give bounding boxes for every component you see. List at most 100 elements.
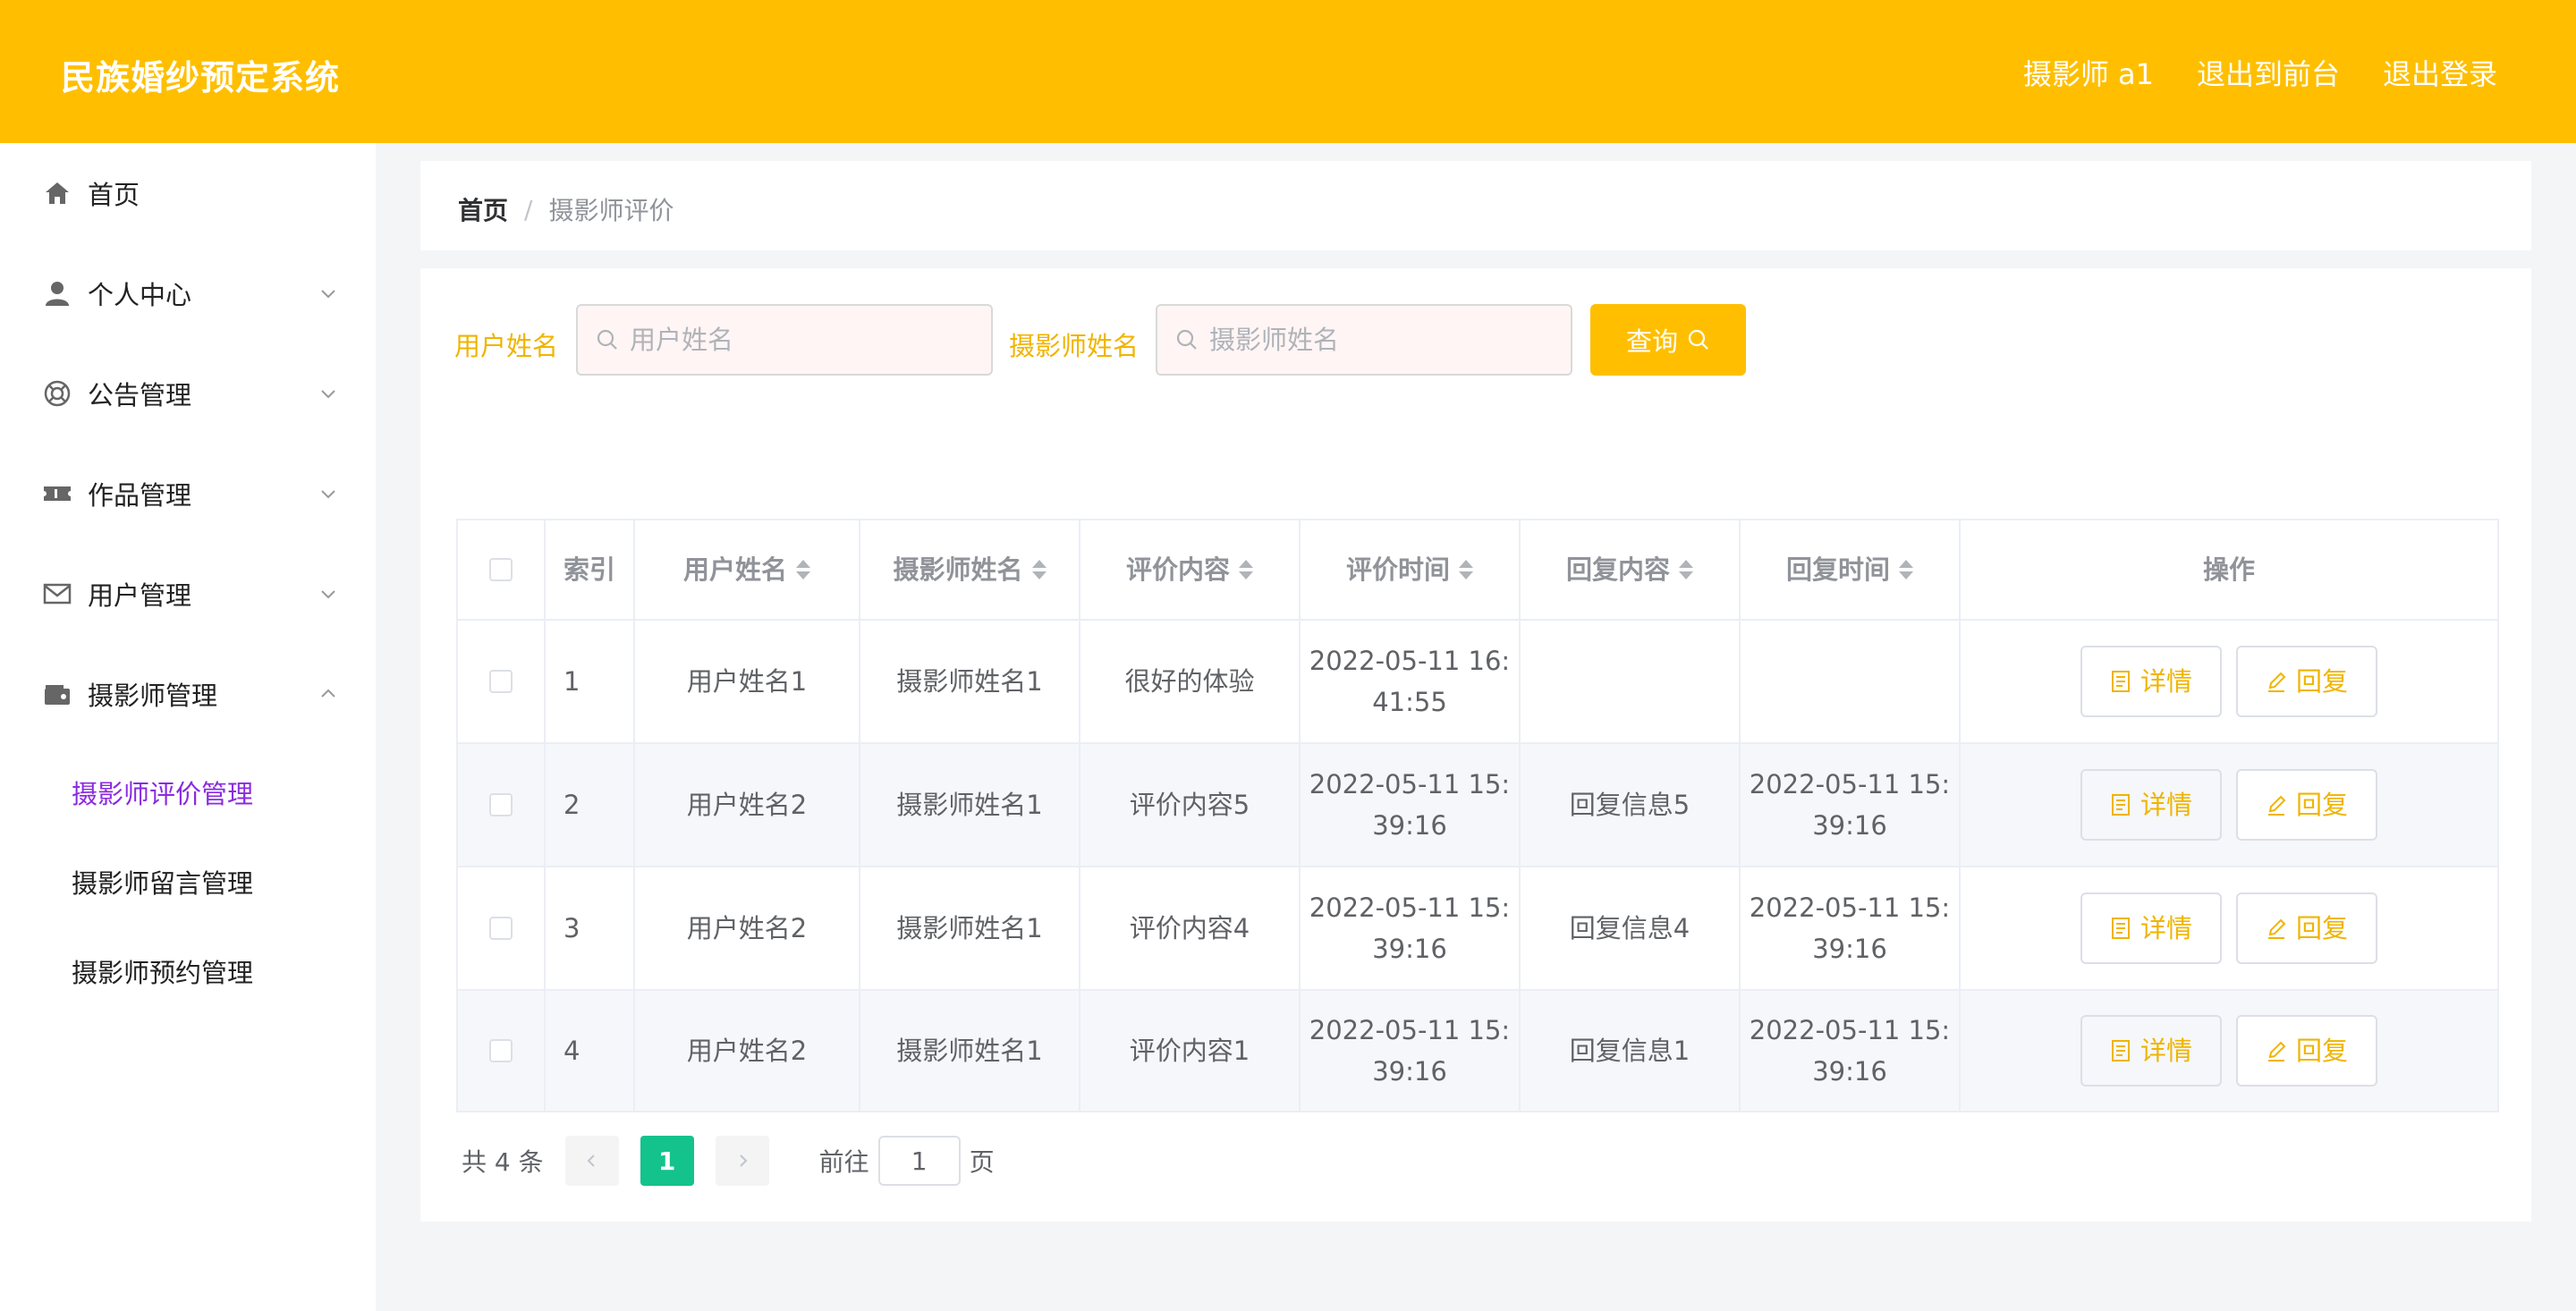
table-header-select — [458, 520, 546, 619]
detail-button[interactable]: 详情 — [2080, 1015, 2222, 1087]
reply-button[interactable]: 回复 — [2236, 646, 2377, 717]
document-icon — [2111, 794, 2130, 816]
prev-page-button[interactable] — [564, 1136, 619, 1186]
pagination: 共 4 条 1 前往 页 — [462, 1134, 995, 1188]
row-user-name: 用户姓名2 — [635, 991, 860, 1111]
reply-button[interactable]: 回复 — [2236, 769, 2377, 841]
row-select — [458, 621, 546, 742]
query-button[interactable]: 查询 — [1590, 304, 1746, 376]
sidebar-subitem-photographer-review[interactable]: 摄影师评价管理 — [72, 774, 253, 811]
table-header-cell[interactable]: 评价时间 — [1301, 520, 1521, 619]
home-icon — [41, 177, 73, 209]
reply-button[interactable]: 回复 — [2236, 1015, 2377, 1087]
detail-button-label: 详情 — [2140, 666, 2192, 697]
select-all-checkbox[interactable] — [489, 558, 513, 581]
row-review-content: 评价内容1 — [1080, 991, 1301, 1111]
row-reply-time — [1741, 621, 1961, 742]
table-header-label: 回复内容 — [1565, 554, 1670, 585]
sidebar-item-works[interactable]: 作品管理 — [0, 444, 376, 544]
sidebar-item-personal-center[interactable]: 个人中心 — [0, 243, 376, 343]
sidebar-item-photographer[interactable]: 摄影师管理 — [0, 644, 376, 744]
goto-label: 前往 — [818, 1147, 869, 1177]
row-review-time-line2: 39:16 — [1372, 934, 1447, 964]
chevron-down-icon — [321, 390, 335, 399]
row-reply-time-line2: 39:16 — [1812, 1056, 1887, 1087]
back-to-front-link[interactable]: 退出到前台 — [2197, 52, 2340, 93]
row-user-name: 用户姓名2 — [635, 744, 860, 866]
edit-icon — [2267, 795, 2286, 816]
sort-icon[interactable] — [1239, 560, 1253, 579]
next-page-button[interactable] — [715, 1136, 769, 1186]
sidebar-item-notice[interactable]: 公告管理 — [0, 343, 376, 444]
row-review-time-line1: 2022-05-11 15: — [1309, 1015, 1511, 1045]
user-name-link[interactable]: 摄影师 a1 — [2023, 52, 2154, 93]
edit-icon — [2267, 1041, 2286, 1061]
table-header-cell: 索引 — [546, 520, 635, 619]
ticket-icon — [41, 478, 73, 510]
row-checkbox[interactable] — [489, 670, 513, 693]
row-checkbox[interactable] — [489, 793, 513, 816]
sort-icon[interactable] — [796, 560, 810, 579]
chevron-down-icon — [321, 290, 335, 299]
row-review-time-line1: 2022-05-11 15: — [1309, 892, 1511, 923]
row-reply-time-line2: 39:16 — [1812, 810, 1887, 841]
detail-button[interactable]: 详情 — [2080, 646, 2222, 717]
table-header-label: 评价时间 — [1345, 554, 1450, 585]
row-reply-time: 2022-05-11 15: 39:16 — [1741, 867, 1961, 989]
row-checkbox[interactable] — [489, 1039, 513, 1062]
row-reply-time-line2: 39:16 — [1812, 934, 1887, 964]
sidebar-item-label: 个人中心 — [88, 280, 192, 310]
breadcrumb-home[interactable]: 首页 — [458, 191, 508, 227]
chevron-down-icon — [321, 490, 335, 499]
sort-icon[interactable] — [1899, 560, 1913, 579]
row-index: 3 — [546, 867, 635, 989]
row-reply-time-line1: 2022-05-11 15: — [1749, 892, 1951, 923]
detail-button-label: 详情 — [2140, 1036, 2192, 1066]
pagination-total: 共 4 条 — [462, 1147, 544, 1177]
row-reply-content: 回复信息1 — [1521, 991, 1741, 1111]
sidebar-item-label: 公告管理 — [88, 380, 192, 410]
edit-icon — [2267, 672, 2286, 692]
logout-link[interactable]: 退出登录 — [2383, 52, 2497, 93]
table-header-cell[interactable]: 回复内容 — [1521, 520, 1741, 619]
row-photographer-name: 摄影师姓名1 — [860, 991, 1080, 1111]
sort-icon[interactable] — [1459, 560, 1473, 579]
goto-page-input[interactable] — [877, 1136, 961, 1186]
sort-icon[interactable] — [1031, 560, 1046, 579]
row-index: 4 — [546, 991, 635, 1111]
row-photographer-name: 摄影师姓名1 — [860, 744, 1080, 866]
table-header-cell[interactable]: 摄影师姓名 — [860, 520, 1080, 619]
breadcrumb-current: 摄影师评价 — [548, 196, 674, 225]
top-header: 民族婚纱预定系统 摄影师 a1 退出到前台 退出登录 — [0, 0, 2576, 143]
lifebuoy-icon — [41, 377, 73, 410]
chevron-left-icon — [587, 1155, 595, 1167]
row-reply-content: 回复信息5 — [1521, 744, 1741, 866]
document-icon — [2111, 918, 2130, 939]
sort-icon[interactable] — [1679, 560, 1693, 579]
row-reply-time-line1: 2022-05-11 15: — [1749, 769, 1951, 799]
row-reply-time: 2022-05-11 15: 39:16 — [1741, 744, 1961, 866]
row-review-time-line1: 2022-05-11 16: — [1309, 646, 1511, 676]
photographer-name-search — [1156, 304, 1572, 376]
reply-button-label: 回复 — [2295, 790, 2348, 820]
table-header-cell[interactable]: 用户姓名 — [635, 520, 860, 619]
reply-button[interactable]: 回复 — [2236, 892, 2377, 964]
table-header-label: 回复时间 — [1785, 554, 1890, 585]
row-checkbox[interactable] — [489, 917, 513, 940]
sidebar-item-home[interactable]: 首页 — [0, 143, 376, 243]
row-review-time-line2: 41:55 — [1372, 687, 1447, 717]
detail-button[interactable]: 详情 — [2080, 892, 2222, 964]
page-number-button[interactable]: 1 — [640, 1136, 694, 1186]
photographer-name-label: 摄影师姓名 — [1009, 331, 1140, 361]
row-photographer-name: 摄影师姓名1 — [860, 867, 1080, 989]
sidebar-subitem-photographer-message[interactable]: 摄影师留言管理 — [72, 863, 253, 901]
sidebar-subitem-photographer-booking[interactable]: 摄影师预约管理 — [72, 952, 253, 990]
detail-button[interactable]: 详情 — [2080, 769, 2222, 841]
table-header-cell[interactable]: 回复时间 — [1741, 520, 1961, 619]
edit-icon — [2267, 918, 2286, 939]
sidebar-item-users[interactable]: 用户管理 — [0, 544, 376, 644]
photographer-name-input[interactable] — [1209, 325, 1549, 355]
table-header-cell[interactable]: 评价内容 — [1080, 520, 1301, 619]
user-name-input[interactable] — [630, 325, 970, 355]
wallet-icon — [41, 678, 73, 710]
